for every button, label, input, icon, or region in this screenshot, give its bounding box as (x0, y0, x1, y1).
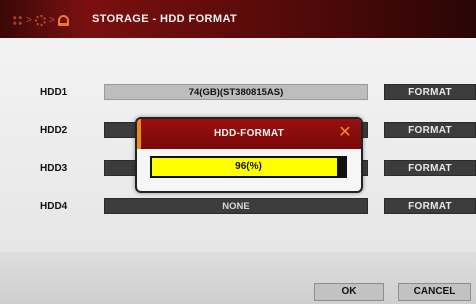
title-bar: > > STORAGE - HDD FORMAT (0, 0, 476, 38)
progress-text: 96(%) (235, 161, 262, 172)
hdd1-format-button[interactable]: FORMAT (384, 84, 476, 100)
dialog-title: HDD-FORMAT (213, 128, 285, 139)
breadcrumb: > > (12, 12, 69, 28)
gear-icon[interactable] (34, 14, 46, 26)
hdd4-info-bar[interactable]: NONE (104, 198, 368, 214)
hdd2-label: HDD2 (40, 125, 68, 136)
format-progress-dialog: HDD-FORMAT ✕ 96(%) (135, 117, 363, 193)
hdd1-label: HDD1 (40, 87, 68, 98)
storage-icon[interactable] (57, 14, 69, 26)
hdd2-format-button[interactable]: FORMAT (384, 122, 476, 138)
hdd3-label: HDD3 (40, 163, 68, 174)
hdd4-label: HDD4 (40, 201, 68, 212)
grid-icon[interactable] (12, 14, 23, 26)
chevron-right-icon: > (48, 14, 55, 26)
ok-button[interactable]: OK (314, 283, 384, 301)
page-title: STORAGE - HDD FORMAT (92, 13, 238, 25)
hdd4-format-button[interactable]: FORMAT (384, 198, 476, 214)
dialog-header: HDD-FORMAT ✕ (137, 119, 361, 149)
hdd3-format-button[interactable]: FORMAT (384, 160, 476, 176)
progress-bar: 96(%) (150, 156, 347, 178)
hdd1-info-bar[interactable]: 74(GB)(ST380815AS) (104, 84, 368, 100)
chevron-right-icon: > (26, 14, 32, 26)
cancel-button[interactable]: CANCEL (398, 283, 471, 301)
close-icon[interactable]: ✕ (337, 124, 353, 142)
